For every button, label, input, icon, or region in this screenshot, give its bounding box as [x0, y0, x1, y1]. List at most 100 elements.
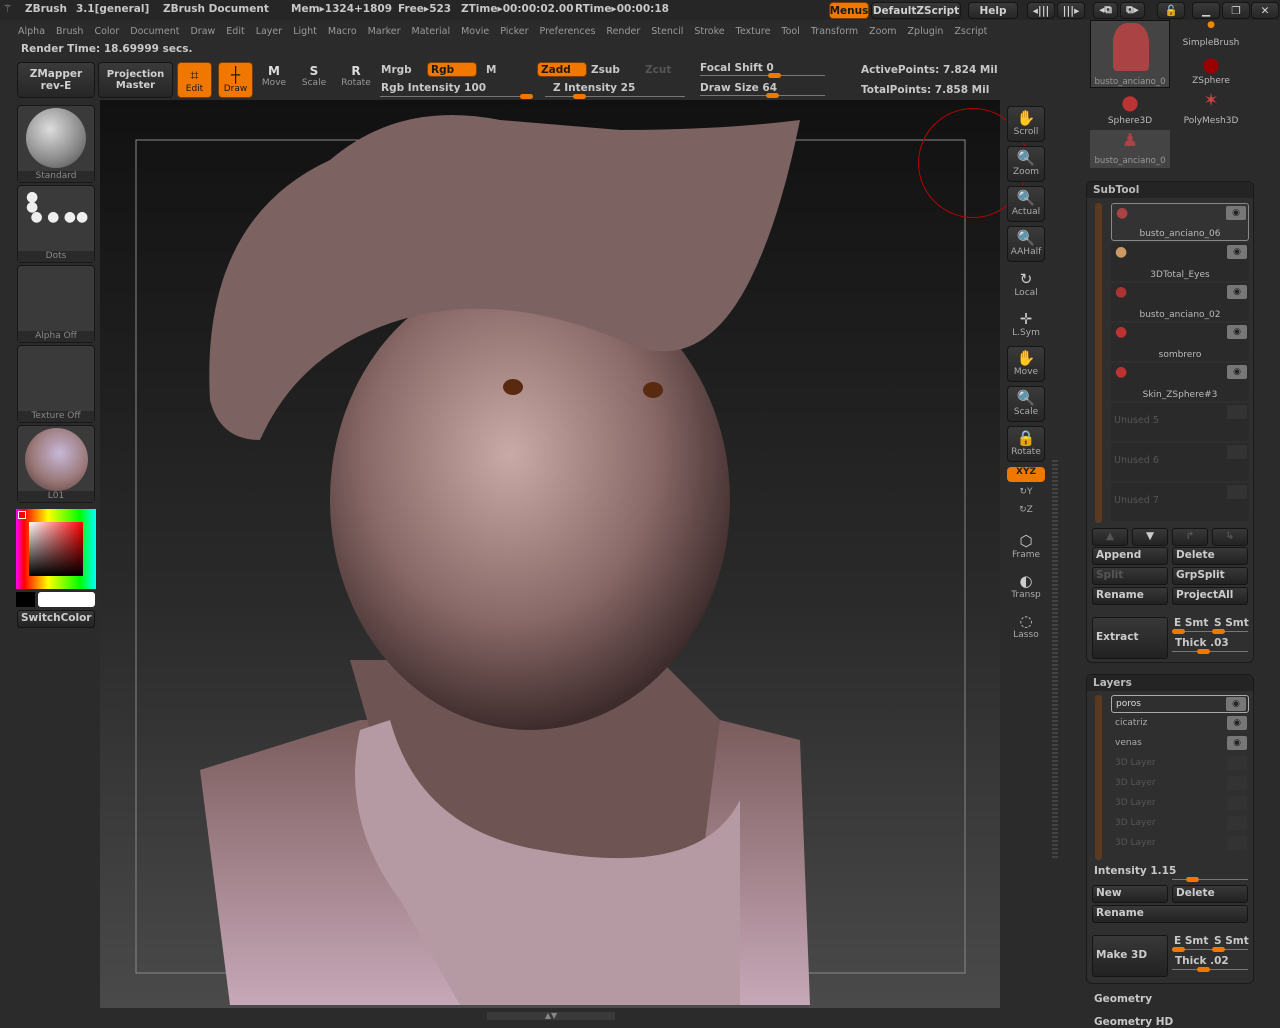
layer-intensity-knob[interactable]	[1186, 877, 1199, 882]
menu-macro[interactable]: Macro	[328, 26, 357, 38]
focal-shift-knob[interactable]	[768, 73, 781, 78]
menu-stroke[interactable]: Stroke	[694, 26, 724, 38]
alpha-picker[interactable]: Alpha Off	[17, 265, 95, 343]
layer-e-smt-knob[interactable]	[1172, 947, 1185, 952]
default-zscript-button[interactable]: DefaultZScript	[871, 2, 961, 19]
menu-movie[interactable]: Movie	[461, 26, 489, 38]
menu-tool[interactable]: Tool	[781, 26, 799, 38]
eye-icon[interactable]	[1227, 756, 1247, 770]
subtool-slot-empty[interactable]: Unused 5	[1111, 403, 1249, 441]
layout-next-icon[interactable]: ⧉▸	[1120, 2, 1145, 19]
right-shelf-scrollbar[interactable]	[1052, 460, 1058, 860]
menu-zplugin[interactable]: Zplugin	[908, 26, 944, 38]
eye-icon[interactable]: ◉	[1227, 325, 1247, 339]
menu-transform[interactable]: Transform	[811, 26, 858, 38]
eye-icon[interactable]: ◉	[1227, 285, 1247, 299]
frame-button[interactable]: ⬡ Frame	[1007, 530, 1045, 566]
rename-subtool-button[interactable]: Rename	[1092, 587, 1168, 605]
local-button[interactable]: ↻ Local	[1007, 268, 1045, 304]
layout-prev-icon[interactable]: ◂⧉	[1093, 2, 1118, 19]
edit-mode-button[interactable]: ⌗ Edit	[177, 62, 212, 98]
menus-button[interactable]: Menus	[829, 2, 869, 19]
eye-icon[interactable]	[1227, 485, 1247, 499]
new-layer-button[interactable]: New	[1092, 885, 1168, 903]
rotate-button[interactable]: 🔒 Rotate	[1007, 426, 1045, 462]
move-subtool-down-icon[interactable]: ↳	[1212, 528, 1248, 546]
menu-texture[interactable]: Texture	[736, 26, 771, 38]
tool-thumb-zsphere[interactable]: ● ZSphere	[1172, 52, 1250, 88]
scale-mode-button[interactable]: S Scale	[300, 64, 328, 88]
menu-stencil[interactable]: Stencil	[651, 26, 683, 38]
eye-icon[interactable]: ◉	[1226, 697, 1246, 711]
make-3d-button[interactable]: Make 3D	[1092, 935, 1168, 977]
tool-thumb-busto-2[interactable]: ♟ busto_anciano_0	[1090, 130, 1170, 168]
grpsplit-button[interactable]: GrpSplit	[1172, 567, 1248, 585]
layer-item[interactable]: cicatriz ◉	[1111, 715, 1249, 733]
eye-icon[interactable]	[1227, 816, 1247, 830]
zmapper-button[interactable]: ZMapper rev-E	[17, 62, 95, 98]
layer-item[interactable]: poros ◉	[1111, 695, 1249, 713]
eye-icon[interactable]: ◉	[1227, 365, 1247, 379]
switch-color-button[interactable]: SwitchColor	[17, 610, 95, 628]
secondary-color-swatch[interactable]	[16, 592, 35, 607]
layer-item[interactable]: venas ◉	[1111, 735, 1249, 753]
scroll-button[interactable]: ✋ Scroll	[1007, 106, 1045, 142]
e-smt-knob[interactable]	[1172, 629, 1185, 634]
split-button[interactable]: Split	[1092, 567, 1168, 585]
minimize-icon[interactable]: ▁	[1192, 2, 1220, 19]
restore-icon[interactable]: ❐	[1222, 2, 1250, 19]
sculpt-model[interactable]	[100, 100, 1000, 1008]
rgb-intensity-slider[interactable]	[380, 94, 533, 99]
eye-icon[interactable]: ◉	[1227, 716, 1247, 730]
scroll-right-icon[interactable]: |||▸	[1057, 2, 1085, 19]
scale-button[interactable]: 🔍 Scale	[1007, 386, 1045, 422]
z-intensity-knob[interactable]	[573, 94, 586, 99]
rgb-intensity-knob[interactable]	[520, 94, 533, 99]
lock-icon[interactable]: 🔓	[1157, 2, 1185, 19]
zadd-button[interactable]: Zadd	[537, 62, 587, 77]
menu-render[interactable]: Render	[606, 26, 640, 38]
eye-icon[interactable]	[1227, 796, 1247, 810]
help-button[interactable]: Help	[968, 2, 1018, 19]
layer-item[interactable]: 3D Layer	[1111, 835, 1249, 853]
eye-icon[interactable]: ◉	[1226, 206, 1246, 220]
thick-slider[interactable]	[1172, 649, 1248, 654]
focal-shift-slider[interactable]	[700, 73, 825, 78]
eye-icon[interactable]: ◉	[1227, 245, 1247, 259]
move-down-icon[interactable]: ▼	[1132, 528, 1168, 546]
xyz-button[interactable]: XYZ	[1007, 467, 1045, 482]
layer-item[interactable]: 3D Layer	[1111, 775, 1249, 793]
layer-thick-knob[interactable]	[1197, 967, 1210, 972]
close-icon[interactable]: ✕	[1251, 2, 1279, 19]
draw-mode-button[interactable]: ┼ Draw	[218, 62, 253, 98]
menu-edit[interactable]: Edit	[226, 26, 244, 38]
y-rotate-icon[interactable]: ↻Y	[1007, 487, 1045, 501]
document-canvas[interactable]	[100, 100, 1028, 1008]
menu-marker[interactable]: Marker	[368, 26, 401, 38]
draw-size-knob[interactable]	[766, 93, 779, 98]
subtool-item[interactable]: ● ◉ busto_anciano_02	[1111, 283, 1249, 321]
color-picker[interactable]	[16, 509, 96, 589]
menu-brush[interactable]: Brush	[56, 26, 83, 38]
menu-draw[interactable]: Draw	[190, 26, 215, 38]
layers-scrollbar[interactable]	[1095, 695, 1102, 860]
extract-button[interactable]: Extract	[1092, 617, 1168, 659]
tool-thumb-sphere3d[interactable]: ● Sphere3D	[1090, 90, 1170, 128]
eye-icon[interactable]: ◉	[1227, 736, 1247, 750]
delete-subtool-button[interactable]: Delete	[1172, 547, 1248, 565]
lasso-button[interactable]: ◌ Lasso	[1007, 610, 1045, 646]
layer-smt-sliders[interactable]	[1172, 947, 1248, 952]
mrgb-button[interactable]: Mrgb	[381, 64, 412, 76]
material-picker[interactable]: L01	[17, 425, 95, 503]
eye-icon[interactable]	[1227, 776, 1247, 790]
delete-layer-button[interactable]: Delete	[1172, 885, 1248, 903]
s-smt-knob[interactable]	[1212, 629, 1225, 634]
subtool-slot-empty[interactable]: Unused 7	[1111, 483, 1249, 521]
layer-intensity-slider[interactable]	[1172, 877, 1248, 882]
move-up-icon[interactable]: ▲	[1092, 528, 1128, 546]
texture-picker[interactable]: Texture Off	[17, 345, 95, 423]
m-button[interactable]: M	[486, 64, 496, 76]
menu-document[interactable]: Document	[130, 26, 179, 38]
actual-button[interactable]: 🔍 Actual	[1007, 186, 1045, 222]
zsub-button[interactable]: Zsub	[591, 64, 620, 76]
